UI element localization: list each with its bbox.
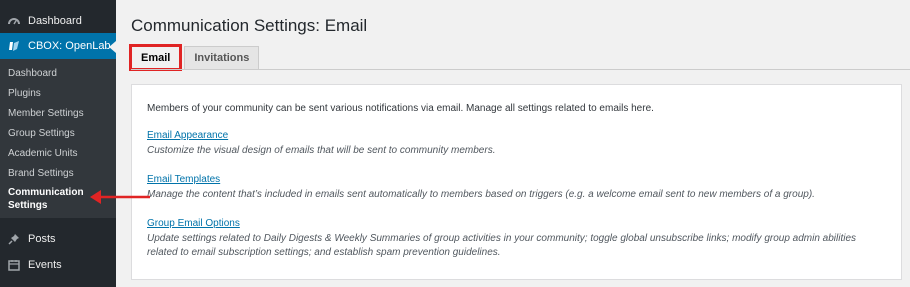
red-arrow-icon [90, 190, 150, 204]
menu-events[interactable]: Events [0, 254, 116, 276]
submenu-item-group-settings[interactable]: Group Settings [0, 124, 116, 144]
submenu-item-brand-settings[interactable]: Brand Settings [0, 164, 116, 184]
group-email-options-link[interactable]: Group Email Options [147, 218, 240, 229]
intro-text: Members of your community can be sent va… [147, 103, 654, 114]
menu-posts-label: Posts [28, 233, 56, 245]
submenu-active-line2: Settings [8, 200, 48, 211]
submenu-item-dashboard[interactable]: Dashboard [0, 64, 116, 84]
menu-cbox-openlab[interactable]: CBOX: OpenLab [0, 33, 116, 59]
submenu-item-plugins[interactable]: Plugins [0, 84, 116, 104]
submenu-item-member-settings[interactable]: Member Settings [0, 104, 116, 124]
tab-email[interactable]: Email [128, 44, 183, 71]
calendar-icon [7, 258, 21, 272]
email-templates-desc: Manage the content that’s included in em… [147, 189, 815, 200]
page-title: Communication Settings: Email [131, 16, 368, 35]
main-content: Communication Settings: Email Email Invi… [116, 0, 910, 287]
tab-invitations[interactable]: Invitations [184, 46, 260, 69]
menu-dashboard[interactable]: Dashboard [0, 10, 116, 32]
tab-divider [131, 69, 910, 70]
group-email-options-desc: Update settings related to Daily Digests… [147, 233, 857, 258]
email-settings-panel: Members of your community can be sent va… [131, 84, 902, 280]
email-appearance-link[interactable]: Email Appearance [147, 130, 228, 141]
submenu-item-academic-units[interactable]: Academic Units [0, 144, 116, 164]
email-templates-link[interactable]: Email Templates [147, 174, 220, 185]
email-appearance-desc: Customize the visual design of emails th… [147, 145, 496, 156]
submenu-active-line1: Communication [8, 187, 84, 198]
menu-posts[interactable]: Posts [0, 228, 116, 250]
settings-tabs: Email Invitations [128, 44, 260, 71]
menu-dashboard-label: Dashboard [28, 15, 82, 27]
cbox-icon [7, 39, 21, 53]
pin-icon [7, 232, 21, 246]
menu-events-label: Events [28, 259, 62, 271]
menu-cbox-label: CBOX: OpenLab [28, 40, 111, 52]
admin-sidebar: Dashboard CBOX: OpenLab Dashboard Plugin… [0, 0, 116, 287]
dashboard-icon [7, 14, 21, 28]
